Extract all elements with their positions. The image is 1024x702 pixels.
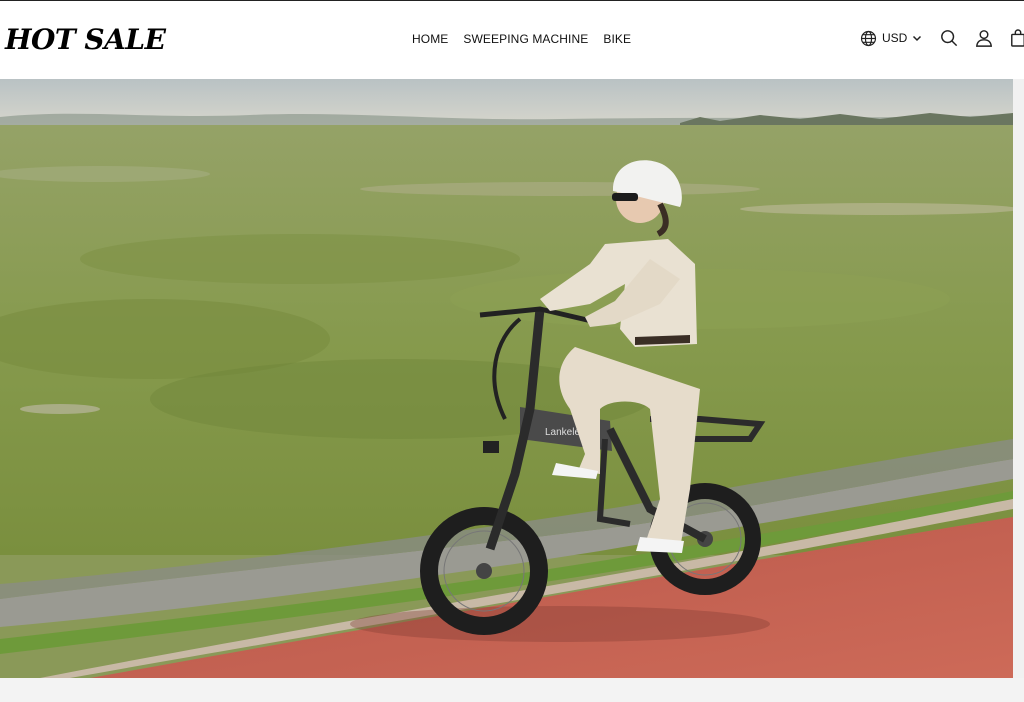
site-logo[interactable]: HOT SALE [5, 23, 166, 56]
currency-label: USD [882, 31, 908, 45]
site-header: HOT SALE HOME SWEEPING MACHINE BIKE USD [0, 1, 1024, 79]
main-nav: HOME SWEEPING MACHINE BIKE [412, 32, 631, 46]
next-section-strip [0, 678, 1024, 702]
hero-banner[interactable]: Lankeleisi [0, 79, 1013, 678]
chevron-down-icon [912, 33, 922, 43]
hero-image: Lankeleisi [0, 79, 1013, 678]
header-tools: USD [860, 29, 1024, 47]
globe-icon [860, 30, 877, 47]
search-icon[interactable] [940, 29, 958, 47]
page-scrollbar[interactable] [1013, 79, 1024, 678]
cart-icon[interactable] [1010, 29, 1024, 47]
account-icon[interactable] [975, 29, 993, 47]
nav-item-home[interactable]: HOME [412, 32, 448, 46]
nav-item-bike[interactable]: BIKE [603, 32, 631, 46]
currency-selector[interactable]: USD [860, 30, 922, 47]
nav-item-sweeping-machine[interactable]: SWEEPING MACHINE [463, 32, 588, 46]
